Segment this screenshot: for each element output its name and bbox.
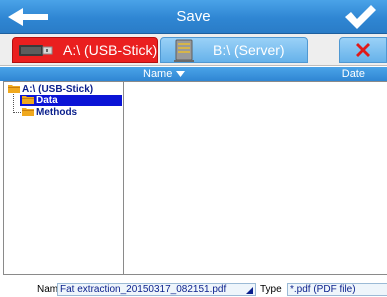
- tree-item-data-label: Data: [36, 95, 58, 106]
- confirm-button[interactable]: [343, 3, 377, 31]
- folder-icon: [22, 108, 34, 116]
- name-column-header[interactable]: Name: [143, 67, 186, 81]
- drive-selector-bar: A:\ (USB-Stick) B:\ (Server): [0, 34, 387, 66]
- date-column-header[interactable]: Date: [342, 67, 365, 81]
- folder-tree[interactable]: A:\ (USB-Stick) Data Methods: [3, 81, 124, 275]
- filename-field[interactable]: Fat extraction_20150317_082151.pdf: [57, 283, 256, 296]
- folder-icon: [8, 85, 20, 93]
- tree-root-usb[interactable]: A:\ (USB-Stick): [8, 84, 93, 95]
- filename-value: Fat extraction_20150317_082151.pdf: [60, 284, 227, 295]
- drive-tab-usb[interactable]: A:\ (USB-Stick): [12, 37, 158, 63]
- filetype-select[interactable]: *.pdf (PDF file): [287, 283, 387, 296]
- drive-tab-usb-label: A:\ (USB-Stick): [63, 42, 158, 58]
- tree-item-methods[interactable]: Methods: [22, 107, 77, 118]
- drive-tab-server-label: B:\ (Server): [213, 42, 285, 58]
- column-header: Name Date: [0, 67, 387, 81]
- delete-x-icon: [356, 43, 370, 57]
- save-form: Name Fat extraction_20150317_082151.pdf …: [0, 281, 387, 297]
- file-list[interactable]: [124, 81, 387, 275]
- tree-connector: [13, 112, 21, 113]
- folder-icon: [22, 96, 34, 104]
- usb-stick-icon: [19, 45, 53, 56]
- title-bar: Save: [0, 0, 387, 34]
- tree-connector: [13, 94, 14, 113]
- drive-tab-server[interactable]: B:\ (Server): [160, 37, 308, 63]
- server-icon: [174, 39, 194, 62]
- page-title: Save: [176, 8, 211, 25]
- type-label: Type: [260, 284, 282, 295]
- tree-item-methods-label: Methods: [36, 107, 78, 118]
- filetype-value: *.pdf (PDF file): [290, 284, 356, 295]
- resize-corner-icon: [246, 287, 253, 294]
- checkmark-icon: [345, 5, 376, 29]
- delete-button[interactable]: [339, 37, 387, 63]
- tree-root-label: A:\ (USB-Stick): [22, 84, 94, 95]
- name-column-label: Name: [143, 68, 173, 80]
- tree-item-data[interactable]: Data: [20, 95, 122, 106]
- sort-down-icon: [176, 71, 186, 77]
